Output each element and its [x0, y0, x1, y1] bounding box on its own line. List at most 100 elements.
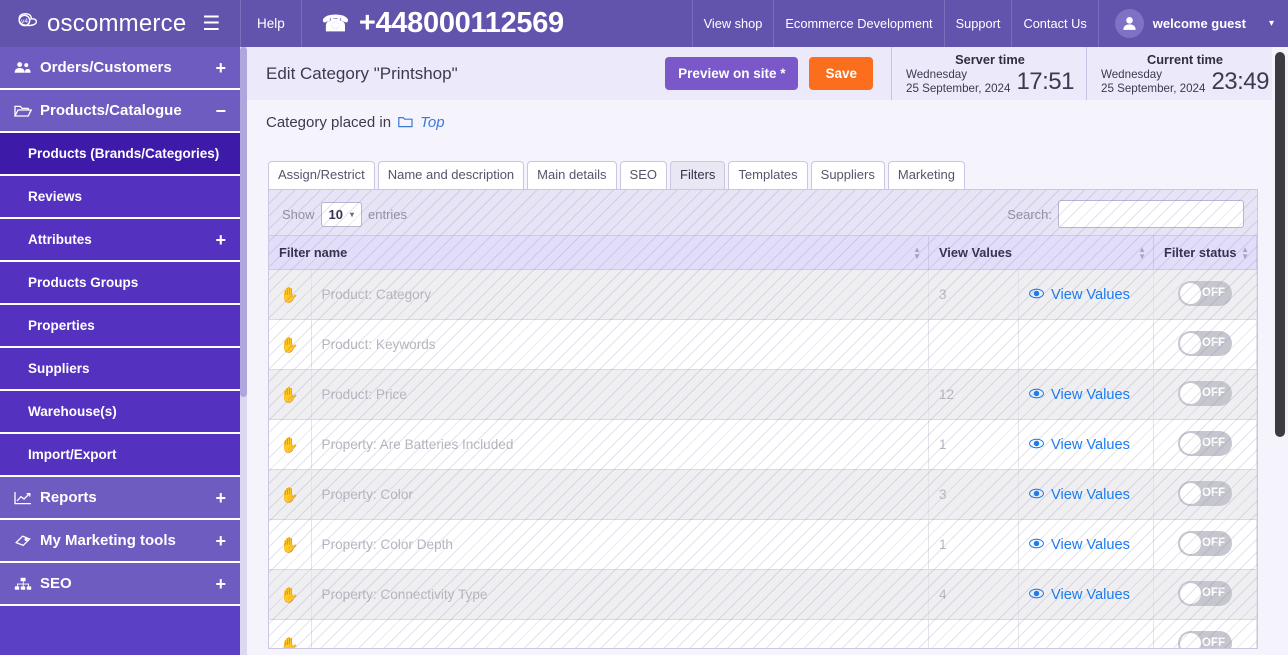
- page-length-select[interactable]: 10 ▾: [320, 201, 363, 227]
- clocks: Server time Wednesday 25 September, 2024…: [891, 47, 1281, 100]
- values-count-cell: 1: [928, 419, 1019, 470]
- table-row[interactable]: ✋ Product: Price 12 View Values OFF: [269, 369, 1257, 420]
- sidebar-item-import-export[interactable]: Import/Export: [0, 434, 240, 477]
- sidebar-item-products-catalogue[interactable]: Products/Catalogue −: [0, 90, 240, 133]
- expand-plus-icon[interactable]: +: [215, 231, 226, 249]
- filter-status-toggle[interactable]: OFF: [1178, 530, 1232, 556]
- filter-status-toggle[interactable]: OFF: [1178, 380, 1232, 406]
- drag-hand-icon[interactable]: ✋: [269, 619, 312, 648]
- search-input[interactable]: [1058, 200, 1244, 228]
- user-menu[interactable]: welcome guest ▾: [1097, 0, 1288, 47]
- expand-plus-icon[interactable]: +: [215, 59, 226, 77]
- current-time-title: Current time: [1146, 51, 1224, 67]
- sidebar-item-attributes[interactable]: Attributes +: [0, 219, 240, 262]
- toggle-knob: [1180, 432, 1201, 454]
- chevron-down-icon: ▾: [1268, 18, 1274, 29]
- table-row[interactable]: ✋ Property: Are Batteries Included 1 Vie…: [269, 419, 1257, 470]
- tab-suppliers[interactable]: Suppliers: [810, 161, 885, 189]
- table-row[interactable]: ✋ Property: Connectivity Type 4 View Val…: [269, 569, 1257, 620]
- top-navigation-bar: v4 oscommerce ☰ Help ☎ +448000112569 Vie…: [0, 0, 1288, 47]
- sidebar-scrollbar-thumb[interactable]: [240, 47, 247, 397]
- tab-filters[interactable]: Filters: [670, 161, 726, 189]
- sidebar-item-orders-customers[interactable]: Orders/Customers +: [0, 47, 240, 90]
- table-row[interactable]: ✋ Product: Category 3 View Values OFF: [269, 269, 1257, 320]
- main-scrollbar-thumb[interactable]: [1275, 52, 1285, 437]
- sidebar-item-properties[interactable]: Properties: [0, 305, 240, 348]
- expand-plus-icon[interactable]: +: [215, 575, 226, 593]
- sidebar-item-reports[interactable]: Reports +: [0, 477, 240, 520]
- phone-number: +448000112569: [358, 7, 564, 39]
- table-row[interactable]: ✋ Property: Color Depth 1 View Values OF…: [269, 519, 1257, 570]
- nav-label: Support: [955, 16, 1001, 31]
- col-view-values[interactable]: View Values ▲ ▼: [928, 235, 1155, 270]
- brand-name: oscommerce: [47, 9, 187, 37]
- drag-hand-icon[interactable]: ✋: [269, 469, 312, 520]
- sidebar-item-label: Properties: [28, 318, 95, 333]
- filter-status-toggle[interactable]: OFF: [1178, 580, 1232, 606]
- view-values-cell: [1018, 619, 1155, 648]
- expand-plus-icon[interactable]: +: [215, 489, 226, 507]
- drag-hand-icon[interactable]: ✋: [269, 519, 312, 570]
- drag-hand-icon[interactable]: ✋: [269, 269, 312, 320]
- sidebar-item-products-brands-categories[interactable]: Products (Brands/Categories): [0, 133, 240, 176]
- server-time-value: 17:51: [1016, 67, 1074, 95]
- tab-name-and-description[interactable]: Name and description: [377, 161, 525, 189]
- sidebar-item-my-marketing-tools[interactable]: My Marketing tools +: [0, 520, 240, 563]
- hamburger-icon[interactable]: ☰: [202, 14, 220, 34]
- view-values-label: View Values: [1050, 486, 1130, 503]
- current-time-block: Current time Wednesday 25 September, 202…: [1086, 47, 1281, 100]
- nav-support[interactable]: Support: [943, 0, 1012, 47]
- tab-main-details[interactable]: Main details: [527, 161, 617, 189]
- sidebar-item-reviews[interactable]: Reviews: [0, 176, 240, 219]
- filter-status-toggle[interactable]: OFF: [1178, 430, 1232, 456]
- nav-contact-us[interactable]: Contact Us: [1011, 0, 1097, 47]
- view-values-link[interactable]: View Values: [1029, 487, 1130, 503]
- expand-plus-icon[interactable]: +: [215, 532, 226, 550]
- tab-marketing[interactable]: Marketing: [887, 161, 965, 189]
- table-row[interactable]: ✋ OFF: [269, 619, 1257, 648]
- sidebar-item-warehouses[interactable]: Warehouse(s): [0, 391, 240, 434]
- sidebar-item-label: Import/Export: [28, 447, 117, 462]
- col-filter-name[interactable]: Filter name ▲ ▼: [269, 235, 929, 270]
- help-link[interactable]: Help: [240, 0, 302, 47]
- tab-seo[interactable]: SEO: [619, 161, 668, 189]
- drag-hand-icon[interactable]: ✋: [269, 569, 312, 620]
- filter-status-toggle[interactable]: OFF: [1178, 280, 1232, 306]
- sidebar-scrollbar[interactable]: [240, 47, 247, 655]
- table-row[interactable]: ✋ Product: Keywords OFF: [269, 319, 1257, 370]
- preview-on-site-button[interactable]: Preview on site *: [665, 57, 799, 90]
- users-icon: [14, 61, 40, 74]
- view-values-link[interactable]: View Values: [1029, 437, 1130, 453]
- filter-status-toggle[interactable]: OFF: [1178, 630, 1232, 648]
- filter-status-toggle[interactable]: OFF: [1178, 480, 1232, 506]
- current-time-date: 25 September, 2024: [1101, 81, 1206, 95]
- drag-hand-icon[interactable]: ✋: [269, 369, 312, 420]
- toggle-knob: [1180, 482, 1201, 504]
- filter-name-cell: Property: Connectivity Type: [311, 569, 929, 620]
- drag-hand-icon[interactable]: ✋: [269, 419, 312, 470]
- toggle-knob: [1180, 582, 1201, 604]
- view-values-link[interactable]: View Values: [1029, 287, 1130, 303]
- view-values-cell: [1018, 319, 1155, 370]
- breadcrumb-top-link[interactable]: Top: [420, 114, 444, 131]
- sidebar-item-products-groups[interactable]: Products Groups: [0, 262, 240, 305]
- sidebar-item-suppliers[interactable]: Suppliers: [0, 348, 240, 391]
- view-values-link[interactable]: View Values: [1029, 387, 1130, 403]
- filter-status-toggle[interactable]: OFF: [1178, 330, 1232, 356]
- tab-label: Assign/Restrict: [278, 167, 365, 182]
- sidebar-item-seo[interactable]: SEO +: [0, 563, 240, 606]
- eye-icon: [1029, 537, 1044, 553]
- drag-hand-icon[interactable]: ✋: [269, 319, 312, 370]
- tab-assign-restrict[interactable]: Assign/Restrict: [268, 161, 375, 189]
- oscommerce-logo[interactable]: v4 oscommerce: [14, 10, 186, 38]
- view-values-link[interactable]: View Values: [1029, 537, 1130, 553]
- col-filter-status[interactable]: Filter status ▲ ▼: [1153, 235, 1257, 270]
- nav-view-shop[interactable]: View shop: [691, 0, 774, 47]
- save-button[interactable]: Save: [809, 57, 873, 90]
- nav-ecommerce-development[interactable]: Ecommerce Development: [773, 0, 943, 47]
- collapse-minus-icon[interactable]: −: [215, 102, 226, 120]
- table-row[interactable]: ✋ Property: Color 3 View Values OFF: [269, 469, 1257, 520]
- view-values-link[interactable]: View Values: [1029, 587, 1130, 603]
- tab-templates[interactable]: Templates: [728, 161, 808, 189]
- main-scrollbar[interactable]: [1272, 47, 1288, 655]
